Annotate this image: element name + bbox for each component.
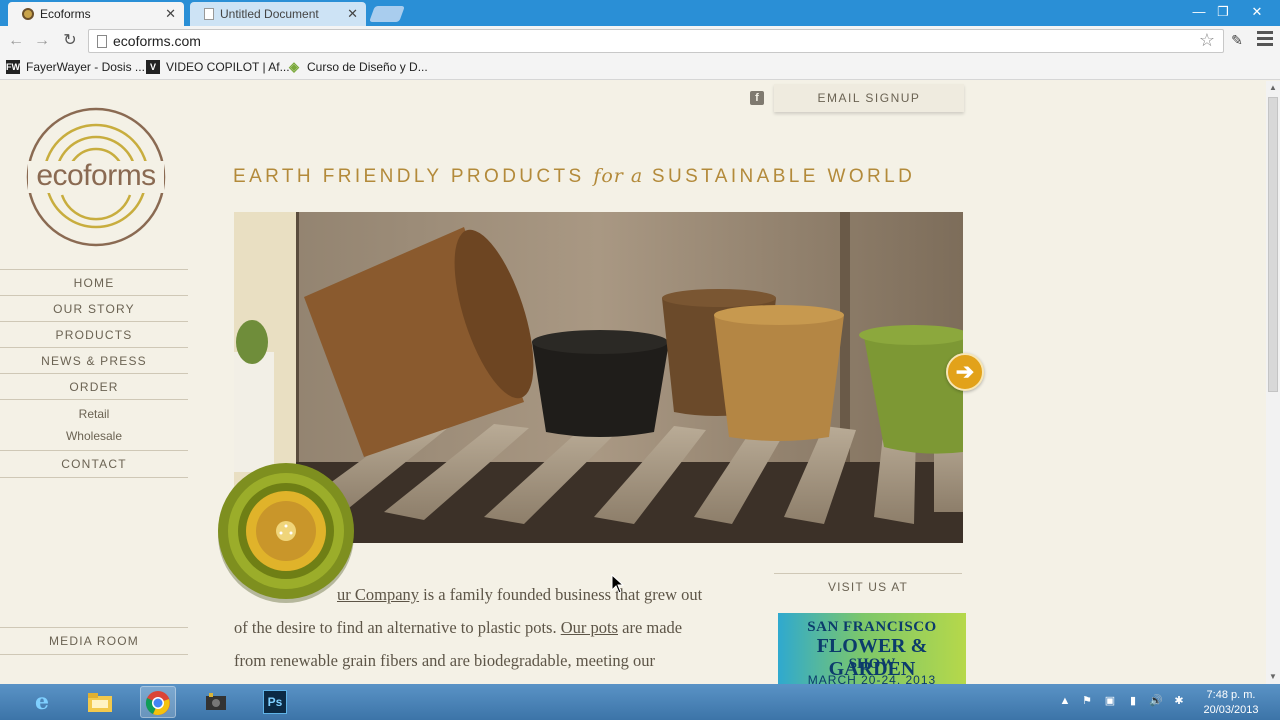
- forward-arrow-icon[interactable]: →: [31, 30, 53, 52]
- tagline-part2: SUSTAINABLE WORLD: [643, 166, 916, 187]
- back-arrow-icon[interactable]: ←: [5, 30, 27, 52]
- scroll-thumb[interactable]: [1268, 97, 1278, 392]
- banner-line-4: MARCH 20-24, 2013: [807, 673, 937, 684]
- url-text: ecoforms.com: [113, 33, 201, 49]
- scroll-down-icon[interactable]: ▼: [1266, 670, 1280, 684]
- bookmark-fayerwayer[interactable]: FW FayerWayer - Dosis ...: [6, 60, 145, 74]
- our-company-link[interactable]: ur Company: [337, 585, 419, 604]
- restore-icon[interactable]: ❐: [1210, 2, 1236, 22]
- nav-order[interactable]: ORDER: [0, 373, 188, 399]
- tagline-part1: EARTH FRIENDLY PRODUCTS: [233, 166, 594, 187]
- video-app-icon[interactable]: [198, 686, 234, 718]
- facebook-icon[interactable]: f: [750, 91, 764, 105]
- nav-news-press[interactable]: NEWS & PRESS: [0, 347, 188, 373]
- fayerwayer-icon: FW: [6, 60, 20, 74]
- ie-icon[interactable]: e: [24, 686, 60, 718]
- page-scrollbar[interactable]: ▲ ▼: [1266, 81, 1280, 684]
- nav-wholesale[interactable]: Wholesale: [0, 425, 188, 447]
- bookmark-curso-diseno[interactable]: ◈ Curso de Diseño y D...: [287, 59, 428, 75]
- window-close-icon[interactable]: ✕: [1244, 2, 1270, 22]
- scroll-up-icon[interactable]: ▲: [1266, 81, 1280, 95]
- body-text-4: from renewable grain fibers and are biod…: [234, 651, 656, 670]
- bookmark-star-icon[interactable]: ☆: [1199, 30, 1215, 51]
- body-text-2: of the desire to find an alternative to …: [234, 618, 561, 637]
- browser-titlebar: Ecoforms ✕ Untitled Document ✕ — ❐ ✕: [0, 0, 1280, 26]
- site-tagline: EARTH FRIENDLY PRODUCTS for a SUSTAINABL…: [233, 165, 973, 188]
- tagline-italic: for a: [593, 165, 644, 187]
- diamond-icon: ◈: [289, 59, 299, 74]
- bookmark-label: Curso de Diseño y D...: [307, 60, 428, 74]
- next-slide-arrow-icon[interactable]: ➔: [946, 353, 984, 391]
- clock-time: 7:48 p. m.: [1206, 689, 1256, 701]
- banner-line-1: SAN FRANCISCO: [807, 619, 937, 635]
- close-icon[interactable]: ✕: [347, 6, 358, 22]
- visit-us-heading: VISIT US AT: [774, 573, 962, 599]
- app-tray-icon[interactable]: ✱: [1172, 694, 1186, 708]
- page-icon: [97, 35, 107, 48]
- page-icon: [204, 8, 214, 20]
- volume-icon[interactable]: 🔊: [1149, 694, 1163, 708]
- order-submenu: Retail Wholesale: [0, 399, 188, 450]
- nav-home[interactable]: HOME: [0, 269, 188, 295]
- close-icon[interactable]: ✕: [165, 6, 176, 22]
- clock-date: 20/03/2013: [1203, 704, 1259, 716]
- web-page: ecoforms HOME OUR STORY PRODUCTS NEWS & …: [0, 81, 1266, 684]
- address-bar[interactable]: ecoforms.com ☆: [88, 29, 1224, 53]
- body-text-1: is a family founded business that grew o…: [419, 585, 703, 604]
- minimize-icon[interactable]: —: [1186, 2, 1212, 22]
- chrome-icon[interactable]: [140, 686, 176, 718]
- browser-toolbar: ← → ↻ ecoforms.com ☆ ✎: [0, 26, 1280, 56]
- mouse-cursor-icon: [611, 574, 625, 594]
- security-icon[interactable]: ▣: [1103, 694, 1117, 708]
- explorer-icon[interactable]: [82, 686, 118, 718]
- nav-products[interactable]: PRODUCTS: [0, 321, 188, 347]
- flower-garden-show-banner[interactable]: SAN FRANCISCO FLOWER & GARDEN SHOW MARCH…: [778, 613, 966, 684]
- body-text-3: are made: [618, 618, 683, 637]
- photoshop-label: Ps: [263, 690, 287, 714]
- our-pots-link[interactable]: Our pots: [561, 618, 618, 637]
- photoshop-icon[interactable]: Ps: [257, 686, 293, 718]
- nav-our-story[interactable]: OUR STORY: [0, 295, 188, 321]
- network-icon[interactable]: ▮: [1126, 694, 1140, 708]
- banner-line-3: SHOW: [848, 656, 896, 672]
- nav-retail[interactable]: Retail: [0, 403, 188, 425]
- ecoforms-favicon-icon: [22, 8, 34, 20]
- tab-label: Untitled Document: [220, 7, 319, 21]
- video-copilot-icon: V: [146, 60, 160, 74]
- windows-taskbar: e Ps ▲ ⚑ ▣ ▮ 🔊 ✱ 7:48 p. m. 20/03/2013: [0, 684, 1280, 720]
- side-navigation: HOME OUR STORY PRODUCTS NEWS & PRESS ORD…: [0, 269, 188, 478]
- extension-icon[interactable]: ✎: [1228, 32, 1246, 50]
- chrome-menu-icon[interactable]: [1257, 31, 1273, 49]
- intro-paragraph: ur Company is a family founded business …: [234, 578, 754, 677]
- flag-icon[interactable]: ⚑: [1080, 694, 1094, 708]
- nav-contact[interactable]: CONTACT: [0, 450, 188, 478]
- tab-label: Ecoforms: [40, 7, 91, 21]
- tab-ecoforms[interactable]: Ecoforms ✕: [8, 2, 184, 26]
- bookmark-label: VIDEO COPILOT | Af...: [166, 60, 290, 74]
- email-signup-button[interactable]: EMAIL SIGNUP: [774, 84, 964, 112]
- tab-untitled-document[interactable]: Untitled Document ✕: [190, 2, 366, 26]
- new-tab-button[interactable]: [369, 6, 405, 22]
- show-hidden-icons-icon[interactable]: ▲: [1058, 694, 1072, 708]
- reload-icon[interactable]: ↻: [59, 30, 81, 52]
- bookmark-video-copilot[interactable]: V VIDEO COPILOT | Af...: [146, 60, 290, 74]
- nav-media-room[interactable]: MEDIA ROOM: [0, 627, 188, 655]
- ecoforms-logo[interactable]: [26, 107, 166, 247]
- taskbar-clock[interactable]: 7:48 p. m. 20/03/2013: [1196, 688, 1266, 718]
- bookmark-label: FayerWayer - Dosis ...: [26, 60, 145, 74]
- bookmarks-bar: FW FayerWayer - Dosis ... V VIDEO COPILO…: [0, 56, 1280, 80]
